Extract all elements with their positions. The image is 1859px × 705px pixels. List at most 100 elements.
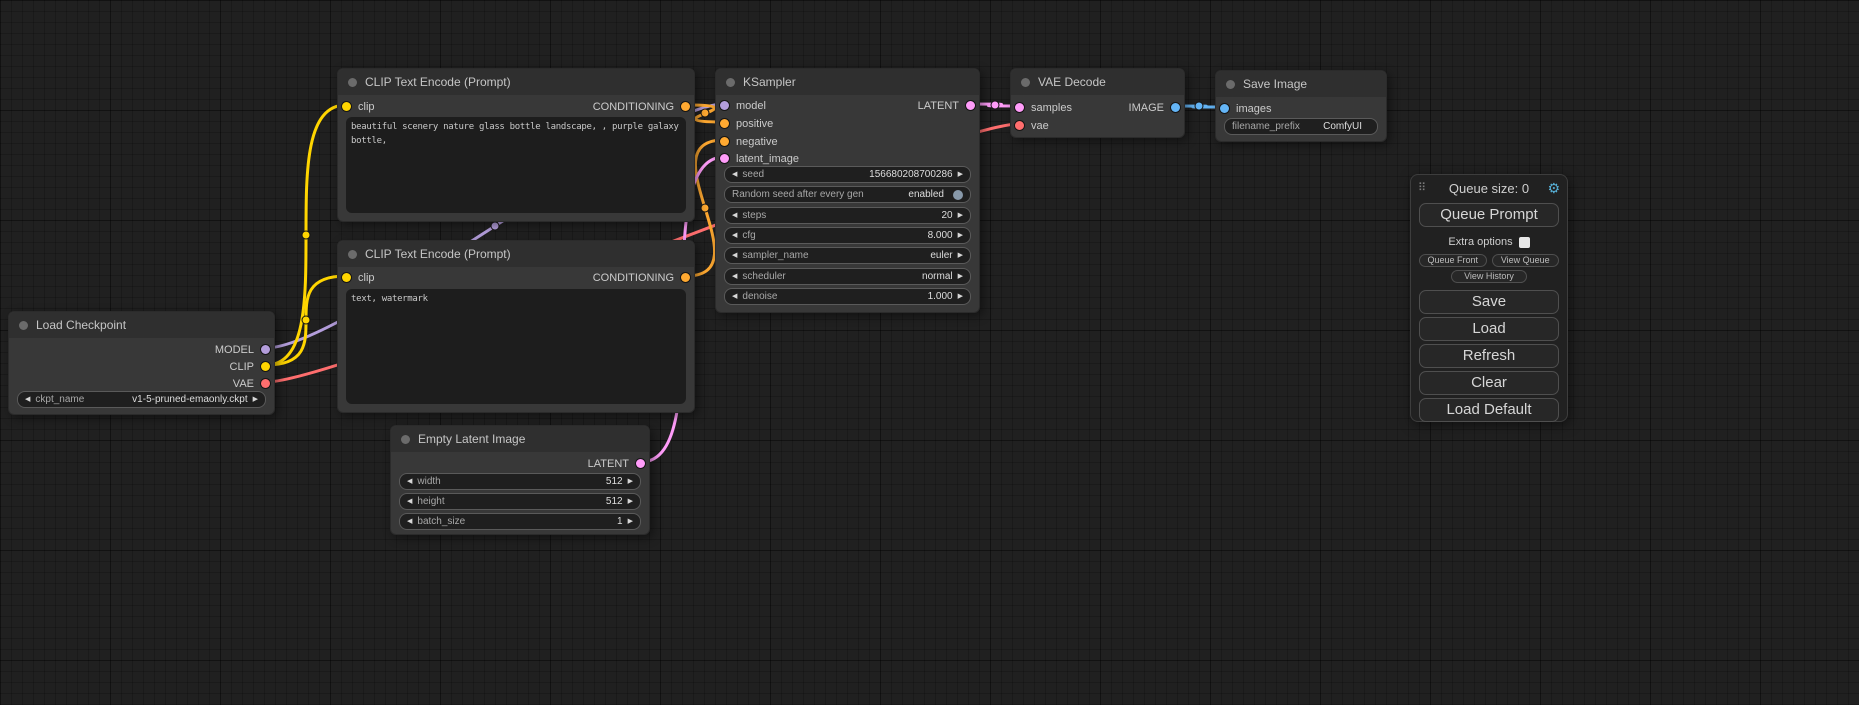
slot-label: CONDITIONING [593,101,674,113]
prompt-textarea[interactable]: text, watermark [346,289,686,404]
collapse-dot-icon[interactable] [1021,78,1030,87]
node-title-bar[interactable]: VAE Decode [1011,69,1184,95]
decrement-arrow-icon[interactable]: ◀ [407,518,412,525]
collapse-dot-icon[interactable] [348,250,357,259]
drag-handle-icon[interactable]: ⠿ [1418,181,1426,194]
output-slot-conditioning[interactable]: CONDITIONING [593,270,690,285]
widget-value: 1 [617,516,623,527]
slot-label: CLIP [230,361,254,373]
queue-front-button[interactable]: Queue Front [1419,254,1487,267]
node-ksampler[interactable]: KSampler model positive negative latent_… [715,68,980,313]
input-slot-vae[interactable]: vae [1015,118,1049,133]
increment-arrow-icon[interactable]: ▶ [958,273,963,280]
input-slot-samples[interactable]: samples [1015,100,1072,115]
node-title-bar[interactable]: CLIP Text Encode (Prompt) [338,241,694,267]
increment-arrow-icon[interactable]: ▶ [958,252,963,259]
increment-arrow-icon[interactable]: ▶ [958,293,963,300]
increment-arrow-icon[interactable]: ▶ [628,478,633,485]
input-slot-model[interactable]: model [720,98,766,113]
increment-arrow-icon[interactable]: ▶ [958,171,963,178]
load-button[interactable]: Load [1419,317,1559,341]
node-vae-decode[interactable]: VAE Decode samples vae IMAGE [1010,68,1185,138]
queue-prompt-button[interactable]: Queue Prompt [1419,203,1559,227]
widget-height[interactable]: ◀ height 512 ▶ [399,493,641,510]
input-slot-latent-image[interactable]: latent_image [720,151,799,166]
node-save-image[interactable]: Save Image images filename_prefix ComfyU… [1215,70,1387,142]
output-slot-vae[interactable]: VAE [233,376,270,391]
input-slot-clip[interactable]: clip [342,99,375,114]
slot-dot-icon [720,101,729,110]
node-title-bar[interactable]: Load Checkpoint [9,312,274,338]
increment-arrow-icon[interactable]: ▶ [628,518,633,525]
view-queue-button[interactable]: View Queue [1492,254,1560,267]
wire-midpoint-dot [701,109,709,117]
prompt-textarea[interactable]: beautiful scenery nature glass bottle la… [346,117,686,213]
output-slot-latent[interactable]: LATENT [918,98,975,113]
input-slot-negative[interactable]: negative [720,134,778,149]
slot-dot-icon [342,102,351,111]
output-slot-model[interactable]: MODEL [215,342,270,357]
decrement-arrow-icon[interactable]: ◀ [732,273,737,280]
widget-label: scheduler [742,271,785,282]
collapse-dot-icon[interactable] [726,78,735,87]
widget-label: seed [742,169,764,180]
widget-cfg[interactable]: ◀ cfg 8.000 ▶ [724,227,971,244]
collapse-dot-icon[interactable] [1226,80,1235,89]
output-slot-latent[interactable]: LATENT [588,456,645,471]
input-slot-clip[interactable]: clip [342,270,375,285]
increment-arrow-icon[interactable]: ▶ [958,212,963,219]
decrement-arrow-icon[interactable]: ◀ [732,252,737,259]
clear-button[interactable]: Clear [1419,371,1559,395]
decrement-arrow-icon[interactable]: ◀ [732,232,737,239]
decrement-arrow-icon[interactable]: ◀ [732,171,737,178]
widget-seed[interactable]: ◀ seed 156680208700286 ▶ [724,166,971,183]
decrement-arrow-icon[interactable]: ◀ [407,478,412,485]
output-slot-clip[interactable]: CLIP [230,359,270,374]
widget-batch-size[interactable]: ◀ batch_size 1 ▶ [399,513,641,530]
widget-width[interactable]: ◀ width 512 ▶ [399,473,641,490]
widget-ckpt-name[interactable]: ◀ ckpt_name v1-5-pruned-emaonly.ckpt ▶ [17,391,266,408]
increment-arrow-icon[interactable]: ▶ [628,498,633,505]
widget-label: Random seed after every gen [732,189,864,200]
widget-scheduler[interactable]: ◀ scheduler normal ▶ [724,268,971,285]
decrement-arrow-icon[interactable]: ◀ [25,396,30,403]
view-history-button[interactable]: View History [1451,270,1527,283]
increment-arrow-icon[interactable]: ▶ [958,232,963,239]
save-button[interactable]: Save [1419,290,1559,314]
decrement-arrow-icon[interactable]: ◀ [732,212,737,219]
collapse-dot-icon[interactable] [401,435,410,444]
decrement-arrow-icon[interactable]: ◀ [732,293,737,300]
load-default-button[interactable]: Load Default [1419,398,1559,422]
widget-random-seed-toggle[interactable]: Random seed after every gen enabled [724,186,971,203]
output-slot-image[interactable]: IMAGE [1129,100,1180,115]
queue-panel[interactable]: ⠿ Queue size: 0 ⚙ Queue Prompt Extra opt… [1410,174,1568,422]
slot-dot-icon [720,137,729,146]
output-slot-conditioning[interactable]: CONDITIONING [593,99,690,114]
input-slot-images[interactable]: images [1220,101,1271,116]
increment-arrow-icon[interactable]: ▶ [253,396,258,403]
widget-steps[interactable]: ◀ steps 20 ▶ [724,207,971,224]
collapse-dot-icon[interactable] [19,321,28,330]
decrement-arrow-icon[interactable]: ◀ [407,498,412,505]
widget-value: enabled [908,189,944,200]
node-title-bar[interactable]: Empty Latent Image [391,426,649,452]
refresh-button[interactable]: Refresh [1419,344,1559,368]
settings-gear-icon[interactable]: ⚙ [1547,180,1560,197]
queue-panel-header[interactable]: ⠿ Queue size: 0 ⚙ [1411,178,1567,200]
extra-options-checkbox[interactable] [1519,237,1530,248]
widget-filename-prefix[interactable]: filename_prefix ComfyUI [1224,118,1378,135]
input-slot-positive[interactable]: positive [720,116,773,131]
node-graph-canvas[interactable]: Load Checkpoint MODEL CLIP VAE ◀ ckpt_na… [0,0,1859,705]
node-empty-latent-image[interactable]: Empty Latent Image LATENT ◀ width 512 ▶ … [390,425,650,535]
node-clip-text-encode-positive[interactable]: CLIP Text Encode (Prompt) clip CONDITION… [337,68,695,222]
node-load-checkpoint[interactable]: Load Checkpoint MODEL CLIP VAE ◀ ckpt_na… [8,311,275,415]
node-title-bar[interactable]: CLIP Text Encode (Prompt) [338,69,694,95]
collapse-dot-icon[interactable] [348,78,357,87]
widget-denoise[interactable]: ◀ denoise 1.000 ▶ [724,288,971,305]
node-title-bar[interactable]: Save Image [1216,71,1386,97]
node-title-bar[interactable]: KSampler [716,69,979,95]
slot-label: latent_image [736,153,799,165]
node-clip-text-encode-negative[interactable]: CLIP Text Encode (Prompt) clip CONDITION… [337,240,695,413]
toggle-knob-icon[interactable] [953,190,963,200]
widget-sampler-name[interactable]: ◀ sampler_name euler ▶ [724,247,971,264]
